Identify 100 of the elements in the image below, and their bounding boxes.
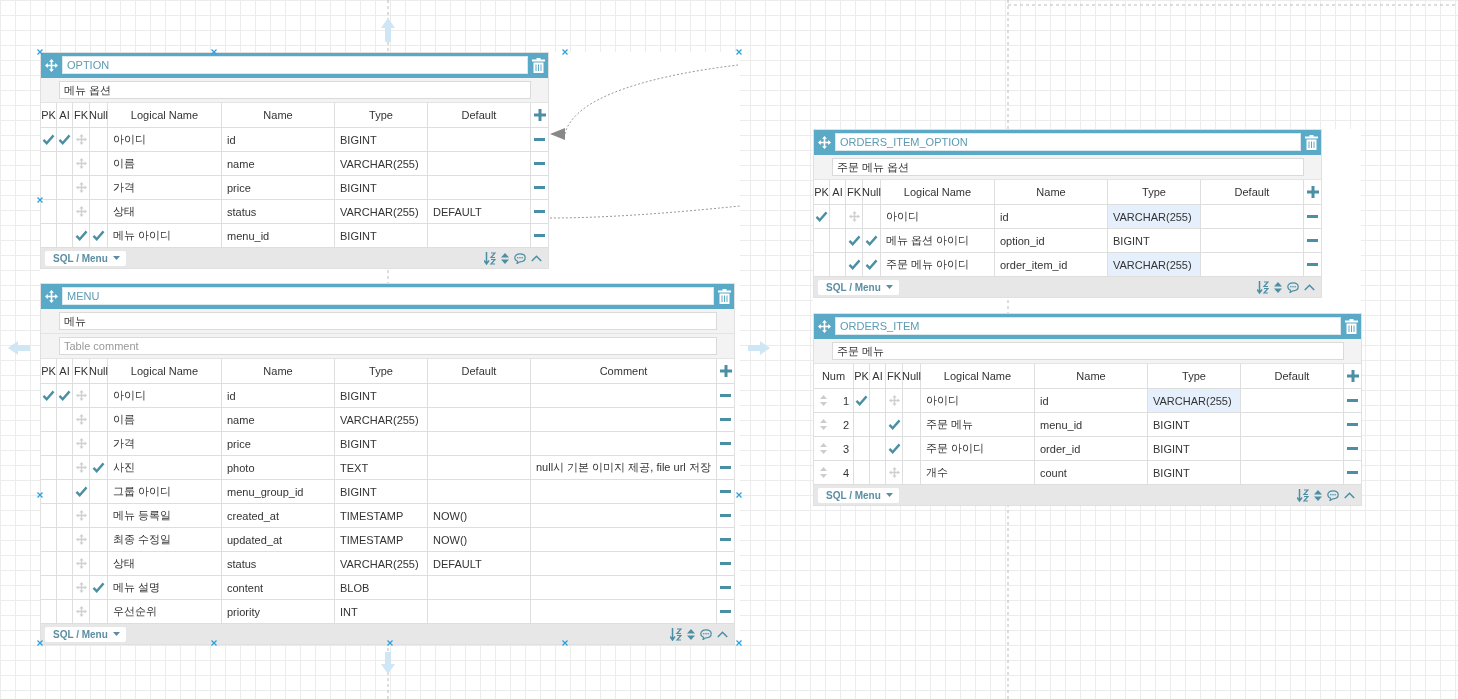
check-icon[interactable] — [58, 390, 71, 401]
sort-arrows-icon[interactable] — [687, 628, 695, 640]
column-header: Null — [862, 186, 881, 198]
trash-icon[interactable] — [532, 57, 545, 73]
selection-handle-icon[interactable] — [735, 48, 743, 56]
table-comment-field[interactable]: 메뉴 — [59, 312, 717, 330]
collapse-icon[interactable] — [717, 630, 728, 638]
column-header: Default — [1274, 370, 1310, 382]
column-header: FK — [886, 370, 902, 382]
add-icon[interactable] — [533, 109, 546, 121]
move-icon[interactable] — [75, 534, 87, 545]
sort-icon[interactable] — [1257, 280, 1269, 294]
table-name-field[interactable]: ORDERS_ITEM — [835, 317, 1341, 335]
selection-handle-icon[interactable] — [735, 491, 743, 499]
check-icon[interactable] — [74, 230, 88, 241]
sql-menu-dropdown[interactable]: SQL / Menu — [818, 487, 899, 503]
move-icon[interactable] — [75, 558, 87, 569]
move-icon[interactable] — [75, 438, 87, 449]
table-cell-text: 그룹 아이디 — [112, 484, 172, 499]
check-icon[interactable] — [847, 235, 861, 246]
check-icon[interactable] — [855, 395, 868, 406]
check-icon[interactable] — [887, 443, 901, 454]
add-icon[interactable] — [1346, 370, 1359, 382]
move-icon[interactable] — [75, 134, 87, 145]
move-icon[interactable] — [818, 319, 831, 333]
table-cell-text: 주문 메뉴 — [925, 417, 974, 432]
selection-handle-icon[interactable] — [561, 48, 569, 56]
move-icon[interactable] — [75, 582, 87, 593]
reorder-icon[interactable] — [820, 467, 827, 478]
table-cell-text: DEFAULT — [432, 205, 482, 218]
check-icon[interactable] — [815, 211, 828, 222]
check-icon[interactable] — [92, 582, 105, 593]
collapse-icon[interactable] — [1304, 283, 1315, 291]
check-icon[interactable] — [42, 134, 55, 145]
add-icon[interactable] — [719, 365, 732, 377]
move-icon[interactable] — [75, 158, 87, 169]
table-name-field[interactable]: MENU — [62, 287, 714, 305]
sort-arrows-icon[interactable] — [1274, 281, 1282, 293]
reorder-icon[interactable] — [820, 443, 827, 454]
column-header: Logical Name — [903, 186, 972, 198]
sort-icon[interactable] — [1297, 488, 1309, 502]
sql-menu-dropdown[interactable]: SQL / Menu — [45, 250, 126, 266]
move-icon[interactable] — [75, 462, 87, 473]
check-icon[interactable] — [887, 419, 901, 430]
table-comment-field[interactable]: 메뉴 옵션 — [59, 81, 531, 99]
column-header: AI — [832, 186, 843, 198]
move-icon[interactable] — [848, 211, 860, 222]
sort-arrows-icon[interactable] — [501, 252, 509, 264]
check-icon[interactable] — [58, 134, 71, 145]
move-icon[interactable] — [888, 467, 900, 478]
selection-handle-icon[interactable] — [735, 639, 743, 647]
collapse-icon[interactable] — [531, 254, 542, 262]
move-icon[interactable] — [818, 135, 831, 149]
move-icon[interactable] — [888, 395, 900, 406]
column-header: Null — [89, 365, 108, 377]
trash-icon[interactable] — [718, 288, 731, 304]
table-cell-text: NOW() — [432, 533, 468, 546]
comment-icon[interactable] — [1287, 281, 1299, 293]
move-icon[interactable] — [75, 182, 87, 193]
move-icon[interactable] — [75, 206, 87, 217]
move-icon[interactable] — [75, 606, 87, 617]
move-icon[interactable] — [75, 390, 87, 401]
table-comment-field[interactable]: 주문 메뉴 옵션 — [832, 158, 1304, 176]
column-header: Name — [1036, 186, 1066, 198]
collapse-icon[interactable] — [1344, 491, 1355, 499]
table-cell-text: 메뉴 옵션 아이디 — [885, 233, 970, 248]
add-icon[interactable] — [1306, 186, 1319, 198]
check-icon[interactable] — [865, 235, 878, 246]
move-icon[interactable] — [75, 510, 87, 521]
table-cell-text: id — [226, 133, 236, 146]
trash-icon[interactable] — [1345, 318, 1358, 334]
move-icon[interactable] — [45, 58, 58, 72]
sort-icon[interactable] — [670, 627, 682, 641]
table-cell-text: menu_id — [1039, 418, 1083, 431]
check-icon[interactable] — [42, 390, 55, 401]
move-icon[interactable] — [75, 414, 87, 425]
table-name-field[interactable]: ORDERS_ITEM_OPTION — [835, 133, 1301, 151]
table-comment-field[interactable]: 주문 메뉴 — [832, 342, 1344, 360]
reorder-icon[interactable] — [820, 419, 827, 430]
column-header: AI — [872, 370, 883, 382]
table-comment-field[interactable]: Table comment — [59, 337, 717, 355]
sql-menu-dropdown[interactable]: SQL / Menu — [818, 279, 899, 295]
check-icon[interactable] — [92, 462, 105, 473]
table-cell-text: 가격 — [112, 180, 135, 195]
check-icon[interactable] — [865, 259, 878, 270]
check-icon[interactable] — [92, 230, 105, 241]
sort-arrows-icon[interactable] — [1314, 489, 1322, 501]
comment-icon[interactable] — [700, 628, 712, 640]
sql-menu-dropdown[interactable]: SQL / Menu — [45, 626, 126, 642]
check-icon[interactable] — [847, 259, 861, 270]
table-cell-text: BIGINT — [339, 437, 377, 450]
column-header: FK — [73, 109, 89, 121]
reorder-icon[interactable] — [820, 395, 827, 406]
table-name-field[interactable]: OPTION — [62, 56, 528, 74]
trash-icon[interactable] — [1305, 134, 1318, 150]
check-icon[interactable] — [74, 486, 88, 497]
comment-icon[interactable] — [1327, 489, 1339, 501]
comment-icon[interactable] — [514, 252, 526, 264]
move-icon[interactable] — [45, 289, 58, 303]
sort-icon[interactable] — [484, 251, 496, 265]
